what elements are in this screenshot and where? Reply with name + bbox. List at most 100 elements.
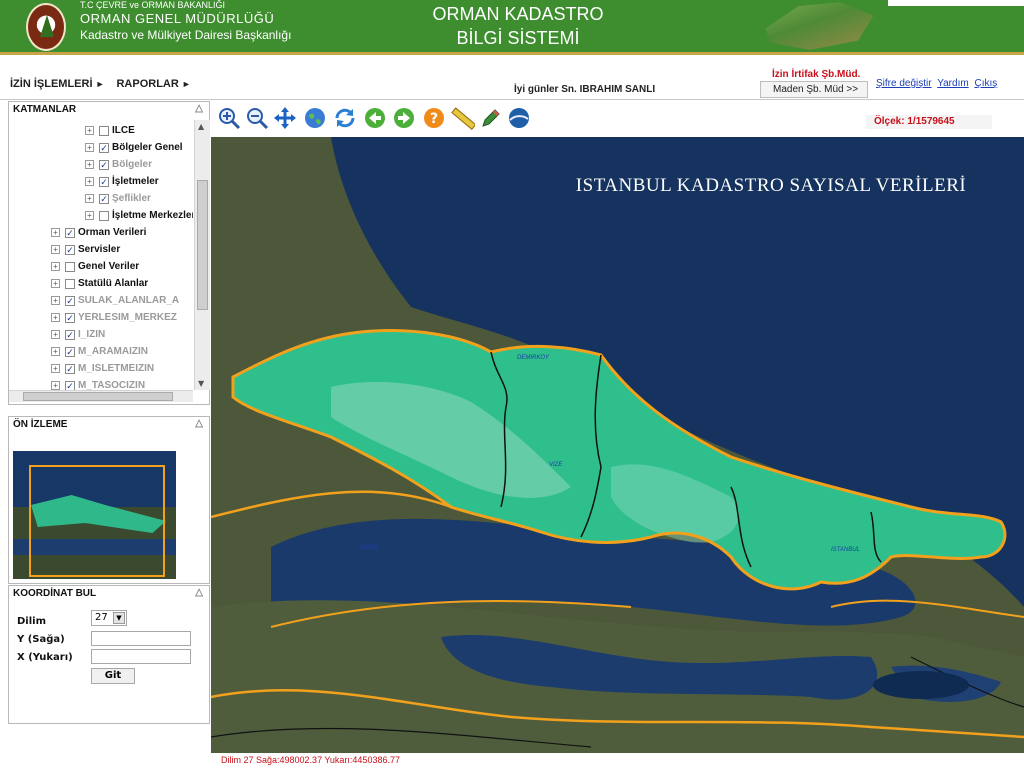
layer-checkbox[interactable]: ✓ xyxy=(65,346,75,357)
expand-icon[interactable]: + xyxy=(85,143,94,152)
globe-icon[interactable] xyxy=(303,106,327,130)
collapse-icon[interactable]: △ xyxy=(195,103,203,114)
help-icon[interactable]: ? xyxy=(422,106,446,130)
menu-raporlar[interactable]: RAPORLAR ► xyxy=(116,78,190,90)
layer-checkbox[interactable]: ✓ xyxy=(99,159,109,170)
layer-item[interactable]: + Genel Veriler xyxy=(51,258,139,275)
layer-item[interactable]: + ILCE xyxy=(85,122,135,139)
layer-checkbox[interactable] xyxy=(99,210,109,221)
zone-select[interactable]: 27 ▼ xyxy=(91,610,127,626)
expand-icon[interactable]: + xyxy=(85,194,94,203)
expand-icon[interactable]: + xyxy=(51,245,60,254)
layer-label: İşletmeler xyxy=(112,176,159,187)
layer-label: Bölgeler Genel xyxy=(112,142,183,153)
layer-checkbox[interactable]: ✓ xyxy=(65,244,75,255)
overview-extent-frame[interactable] xyxy=(29,465,165,577)
expand-icon[interactable]: + xyxy=(85,177,94,186)
expand-icon[interactable]: + xyxy=(51,381,60,390)
back-arrow-icon[interactable] xyxy=(363,106,387,130)
go-button[interactable]: Git xyxy=(91,668,135,684)
forward-arrow-icon[interactable] xyxy=(392,106,416,130)
layer-item[interactable]: + ✓ Orman Verileri xyxy=(51,224,146,241)
expand-icon[interactable]: + xyxy=(51,347,60,356)
layer-checkbox[interactable]: ✓ xyxy=(65,329,75,340)
layer-checkbox[interactable] xyxy=(65,278,75,289)
layer-item[interactable]: + ✓ Şeflikler xyxy=(85,190,151,207)
layer-label: M_ARAMAIZIN xyxy=(78,346,148,357)
google-earth-icon[interactable] xyxy=(507,106,531,130)
expand-icon[interactable]: + xyxy=(51,228,60,237)
layer-checkbox[interactable]: ✓ xyxy=(65,312,75,323)
exit-link[interactable]: Çıkış xyxy=(974,78,997,89)
refresh-icon[interactable] xyxy=(333,106,357,130)
identify-pencil-icon[interactable] xyxy=(479,106,503,130)
pan-icon[interactable] xyxy=(273,106,297,130)
layer-checkbox[interactable]: ✓ xyxy=(65,227,75,238)
expand-icon[interactable]: + xyxy=(85,160,94,169)
layer-tree-vscrollbar[interactable]: ▲ ▼ xyxy=(194,120,210,390)
menu-raporlar-label: RAPORLAR xyxy=(116,78,179,90)
collapse-icon[interactable]: △ xyxy=(195,418,203,429)
layer-checkbox[interactable] xyxy=(99,125,109,136)
expand-icon[interactable]: + xyxy=(51,279,60,288)
layer-item[interactable]: + Statülü Alanlar xyxy=(51,275,148,292)
measure-ruler-icon[interactable] xyxy=(451,106,475,130)
menu-izin-islemleri[interactable]: İZİN İŞLEMLERİ ► xyxy=(10,78,104,90)
layer-checkbox[interactable]: ✓ xyxy=(65,363,75,374)
layer-checkbox[interactable]: ✓ xyxy=(99,193,109,204)
preview-panel-title: ÖN İZLEME xyxy=(13,419,68,430)
layer-label: Statülü Alanlar xyxy=(78,278,149,289)
layer-tree-hscrollbar[interactable] xyxy=(9,390,193,402)
layer-checkbox[interactable]: ✓ xyxy=(65,380,75,390)
arrow-right-icon: ► xyxy=(181,79,191,89)
scroll-up-icon[interactable]: ▲ xyxy=(198,122,204,131)
layer-label: ILCE xyxy=(112,125,135,136)
expand-icon[interactable]: + xyxy=(85,211,94,220)
layer-item[interactable]: + ✓ Bölgeler xyxy=(85,156,152,173)
user-links: Şifre değiştir Yardım Çıkış xyxy=(876,78,1000,89)
x-coordinate-input[interactable] xyxy=(91,649,191,664)
change-password-link[interactable]: Şifre değiştir xyxy=(876,78,932,89)
y-coordinate-input[interactable] xyxy=(91,631,191,646)
vscroll-thumb[interactable] xyxy=(197,180,208,310)
department-select[interactable]: Maden Şb. Müd >> xyxy=(760,81,868,98)
app-header: T.C ÇEVRE ve ORMAN BAKANLIĞI ORMAN GENEL… xyxy=(0,0,1024,55)
layer-tree: + ILCE + ✓ Bölgeler Genel + ✓ Bölgeler + ✓ İşletme… xyxy=(9,120,193,390)
overview-map[interactable] xyxy=(13,451,176,579)
coordinate-panel: KOORDİNAT BUL △ Dilim 27 ▼ Y (Sağa) X (Y… xyxy=(8,585,210,724)
layer-item[interactable]: + ✓ M_ARAMAIZIN xyxy=(51,343,148,360)
y-label: Y (Sağa) xyxy=(17,633,65,645)
hscroll-thumb[interactable] xyxy=(23,392,173,401)
layer-item[interactable]: + İşletme Merkezleri xyxy=(85,207,193,224)
expand-icon[interactable]: + xyxy=(51,330,60,339)
layer-item[interactable]: + ✓ M_ISLETMEIZIN xyxy=(51,360,154,377)
expand-icon[interactable]: + xyxy=(51,364,60,373)
map-label: VIZE xyxy=(549,462,563,468)
layer-item[interactable]: + ✓ I_IZIN xyxy=(51,326,105,343)
expand-icon[interactable]: + xyxy=(51,313,60,322)
collapse-icon[interactable]: △ xyxy=(195,587,203,598)
map-canvas[interactable]: ISTANBUL KADASTRO SAYISAL VERİLERİ DEMIR… xyxy=(211,137,1024,753)
layer-checkbox[interactable]: ✓ xyxy=(99,176,109,187)
map-scale: Ölçek: 1/1579645 xyxy=(866,115,992,129)
help-link[interactable]: Yardım xyxy=(937,78,969,89)
layer-item[interactable]: + ✓ YERLESIM_MERKEZ xyxy=(51,309,177,326)
layer-label: Bölgeler xyxy=(112,159,153,170)
tree-icon xyxy=(40,15,54,37)
layer-item[interactable]: + ✓ SULAK_ALANLAR_A xyxy=(51,292,179,309)
layer-checkbox[interactable]: ✓ xyxy=(99,142,109,153)
expand-icon[interactable]: + xyxy=(51,296,60,305)
layer-item[interactable]: + ✓ Bölgeler Genel xyxy=(85,139,183,156)
layer-item[interactable]: + ✓ Servisler xyxy=(51,241,120,258)
zoom-in-icon[interactable] xyxy=(217,106,241,130)
layer-checkbox[interactable]: ✓ xyxy=(65,295,75,306)
layer-item[interactable]: + ✓ İşletmeler xyxy=(85,173,159,190)
scroll-down-icon[interactable]: ▼ xyxy=(198,379,204,388)
layer-checkbox[interactable] xyxy=(65,261,75,272)
zoom-out-icon[interactable] xyxy=(245,106,269,130)
layer-item[interactable]: + ✓ M_TASOCIZIN xyxy=(51,377,145,390)
expand-icon[interactable]: + xyxy=(51,262,60,271)
layer-label: YERLESIM_MERKEZ xyxy=(78,312,177,323)
expand-icon[interactable]: + xyxy=(85,126,94,135)
chevron-down-icon[interactable]: ▼ xyxy=(113,612,125,624)
